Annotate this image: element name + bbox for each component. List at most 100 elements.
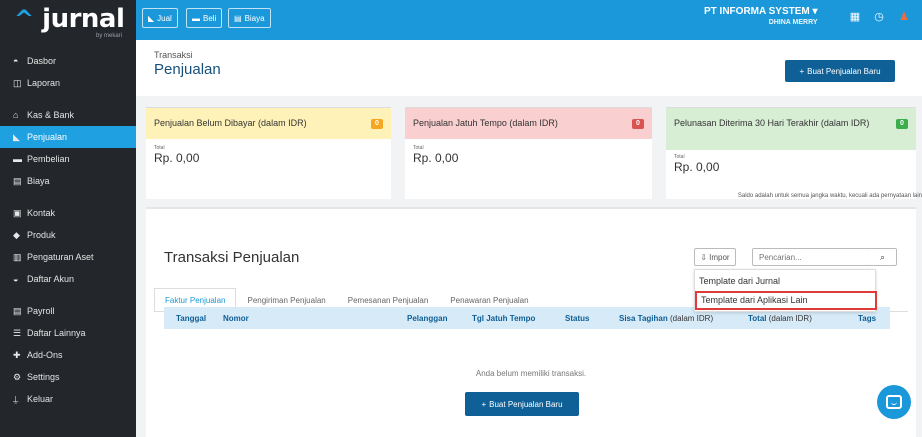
count-badge: 0	[632, 119, 644, 129]
column-sisa-tagihan[interactable]: Sisa Tagihan (dalam IDR)	[619, 314, 713, 323]
account-icon: ◒	[13, 274, 19, 284]
total-label: Total	[413, 145, 424, 151]
column-status[interactable]: Status	[565, 314, 589, 323]
sidebar-item-add-ons[interactable]: ✚ Add-Ons	[0, 344, 136, 366]
column-pelanggan[interactable]: Pelanggan	[407, 314, 447, 323]
chevron-down-icon: ▾	[812, 6, 818, 17]
sidebar-item-pembelian[interactable]: ▬ Pembelian	[0, 148, 136, 170]
card-amount: Rp. 0,00	[413, 151, 459, 165]
sidebar-item-label: Kontak	[27, 208, 56, 218]
sidebar-item-biaya[interactable]: ▤ Biaya	[0, 170, 136, 192]
sidebar-item-label: Pengaturan Aset	[27, 252, 94, 262]
logo-text: jurnal	[42, 4, 125, 34]
column-total[interactable]: Total (dalam IDR)	[748, 314, 812, 323]
sidebar-item-penjualan[interactable]: ◣ Penjualan	[0, 126, 136, 148]
company-name: PT INFORMA SYSTEM	[704, 6, 810, 17]
card-amount: Rp. 0,00	[154, 151, 200, 165]
chat-support-button[interactable]	[877, 385, 911, 419]
breadcrumb[interactable]: Transaksi	[154, 50, 193, 60]
sidebar-item-laporan[interactable]: ◫ Laporan	[0, 72, 136, 94]
total-label: Total	[674, 154, 685, 160]
beli-button[interactable]: ▬ Beli	[186, 8, 223, 28]
report-icon: ◫	[13, 77, 22, 88]
settings-icon: ⚙	[13, 371, 22, 382]
sidebar-divider	[0, 290, 136, 300]
logo-caret-icon: ^	[14, 5, 34, 33]
jurnal-logo[interactable]: ^ jurnal by mekari	[0, 0, 136, 44]
create-sale-label: Buat Penjualan Baru	[807, 66, 881, 76]
contact-icon: ▣	[13, 207, 22, 218]
transactions-panel: Transaksi Penjualan ⇩Impor ⌕ Faktur Penj…	[146, 207, 916, 437]
sidebar-item-label: Pembelian	[27, 154, 70, 164]
page-title: Penjualan	[154, 61, 221, 78]
create-sale-label: Buat Penjualan Baru	[489, 399, 563, 409]
sidebar-item-pengaturan-aset[interactable]: ▥ Pengaturan Aset	[0, 246, 136, 268]
sidebar-item-kas-bank[interactable]: ⌂ Kas & Bank	[0, 104, 136, 126]
sidebar-item-keluar[interactable]: ⍊ Keluar	[0, 388, 136, 410]
plus-icon: +	[799, 66, 805, 76]
sidebar-item-label: Penjualan	[27, 132, 68, 142]
sidebar-item-kontak[interactable]: ▣ Kontak	[0, 202, 136, 224]
count-badge: 0	[896, 119, 908, 129]
beli-label: Beli	[203, 13, 217, 23]
top-bar: ◣ Jual ▬ Beli ▤ Biaya PT INFORMA SYSTEM ▾ D…	[136, 0, 922, 40]
import-button[interactable]: ⇩ Impor	[694, 248, 736, 266]
sidebar: ^ jurnal by mekari ◓ Dasbor ◫ Laporan ⌂ Kas…	[0, 0, 136, 437]
import-dropdown-menu: Template dari Jurnal Template dari Aplik…	[694, 269, 877, 312]
dashboard-icon: ◓	[13, 56, 19, 66]
column-tanggal[interactable]: Tanggal	[176, 314, 206, 323]
sidebar-item-produk[interactable]: ◆ Produk	[0, 224, 136, 246]
apps-icon[interactable]: ▦	[848, 10, 862, 24]
sidebar-divider	[0, 192, 136, 202]
plus-icon: +	[481, 399, 487, 409]
import-icon: ⇩	[700, 252, 708, 262]
card-amount: Rp. 0,00	[674, 160, 720, 174]
sidebar-item-payroll[interactable]: ▤ Payroll	[0, 300, 136, 322]
card-unpaid-sales[interactable]: Penjualan Belum Dibayar (dalam IDR) 0 Tot…	[146, 107, 391, 199]
page-header: Transaksi Penjualan + Buat Penjualan Baru	[136, 40, 922, 96]
card-payments-received[interactable]: Pelunasan Diterima 30 Hari Terakhir (dal…	[666, 107, 916, 199]
biaya-button[interactable]: ▤ Biaya	[228, 8, 271, 28]
empty-state-text: Anda belum memiliki transaksi.	[475, 369, 587, 378]
column-tags[interactable]: Tags	[858, 314, 876, 323]
jual-button[interactable]: ◣ Jual	[142, 8, 178, 28]
sidebar-item-label: Dasbor	[27, 56, 57, 66]
biaya-label: Biaya	[244, 13, 265, 23]
clock-icon[interactable]: ◷	[872, 10, 886, 24]
logo-subtext: by mekari	[95, 33, 122, 39]
tag-icon: ◣	[148, 13, 155, 23]
sidebar-item-label: Payroll	[27, 306, 55, 316]
card-title: Penjualan Jatuh Tempo (dalam IDR)	[413, 118, 558, 128]
menu-item-template-other-app[interactable]: Template dari Aplikasi Lain	[695, 291, 877, 310]
search-input[interactable]	[752, 248, 870, 266]
sidebar-item-label: Settings	[27, 372, 60, 382]
expense-doc-icon: ▤	[13, 175, 22, 186]
card-title: Penjualan Belum Dibayar (dalam IDR)	[154, 118, 307, 128]
bank-icon: ⌂	[13, 110, 19, 120]
user-name: DHINA MERRY	[768, 19, 818, 26]
sidebar-item-daftar-lainnya[interactable]: ☰ Daftar Lainnya	[0, 322, 136, 344]
card-title: Pelunasan Diterima 30 Hari Terakhir (dal…	[674, 118, 870, 128]
search-icon[interactable]: ⌕	[869, 248, 897, 266]
column-jatuh-tempo[interactable]: Tgl Jatuh Tempo	[472, 314, 535, 323]
sidebar-item-daftar-akun[interactable]: ◒ Daftar Akun	[0, 268, 136, 290]
notification-bell-icon[interactable]: ♟	[897, 10, 911, 24]
card-icon: ▬	[192, 13, 200, 23]
sidebar-item-label: Biaya	[27, 176, 50, 186]
sidebar-item-settings[interactable]: ⚙ Settings	[0, 366, 136, 388]
card-overdue-sales[interactable]: Penjualan Jatuh Tempo (dalam IDR) 0 Total…	[405, 107, 652, 199]
asset-icon: ▥	[13, 251, 22, 262]
sidebar-item-label: Daftar Akun	[27, 274, 75, 284]
chat-icon	[886, 395, 902, 409]
sidebar-item-label: Add-Ons	[27, 350, 63, 360]
sidebar-nav: ◓ Dasbor ◫ Laporan ⌂ Kas & Bank ◣ Penjualan …	[0, 50, 136, 410]
saldo-note: Saldo adalah untuk semua jangka waktu, k…	[737, 193, 922, 199]
company-switcher[interactable]: PT INFORMA SYSTEM ▾ DHINA MERRY	[704, 6, 818, 28]
sidebar-item-label: Produk	[27, 230, 56, 240]
create-sale-button[interactable]: + Buat Penjualan Baru	[785, 60, 895, 82]
column-nomor[interactable]: Nomor	[223, 314, 249, 323]
sales-tag-icon: ◣	[13, 131, 20, 142]
sidebar-item-dasbor[interactable]: ◓ Dasbor	[0, 50, 136, 72]
create-sale-button-bottom[interactable]: + Buat Penjualan Baru	[465, 392, 579, 416]
menu-item-template-jurnal[interactable]: Template dari Jurnal	[695, 272, 875, 291]
